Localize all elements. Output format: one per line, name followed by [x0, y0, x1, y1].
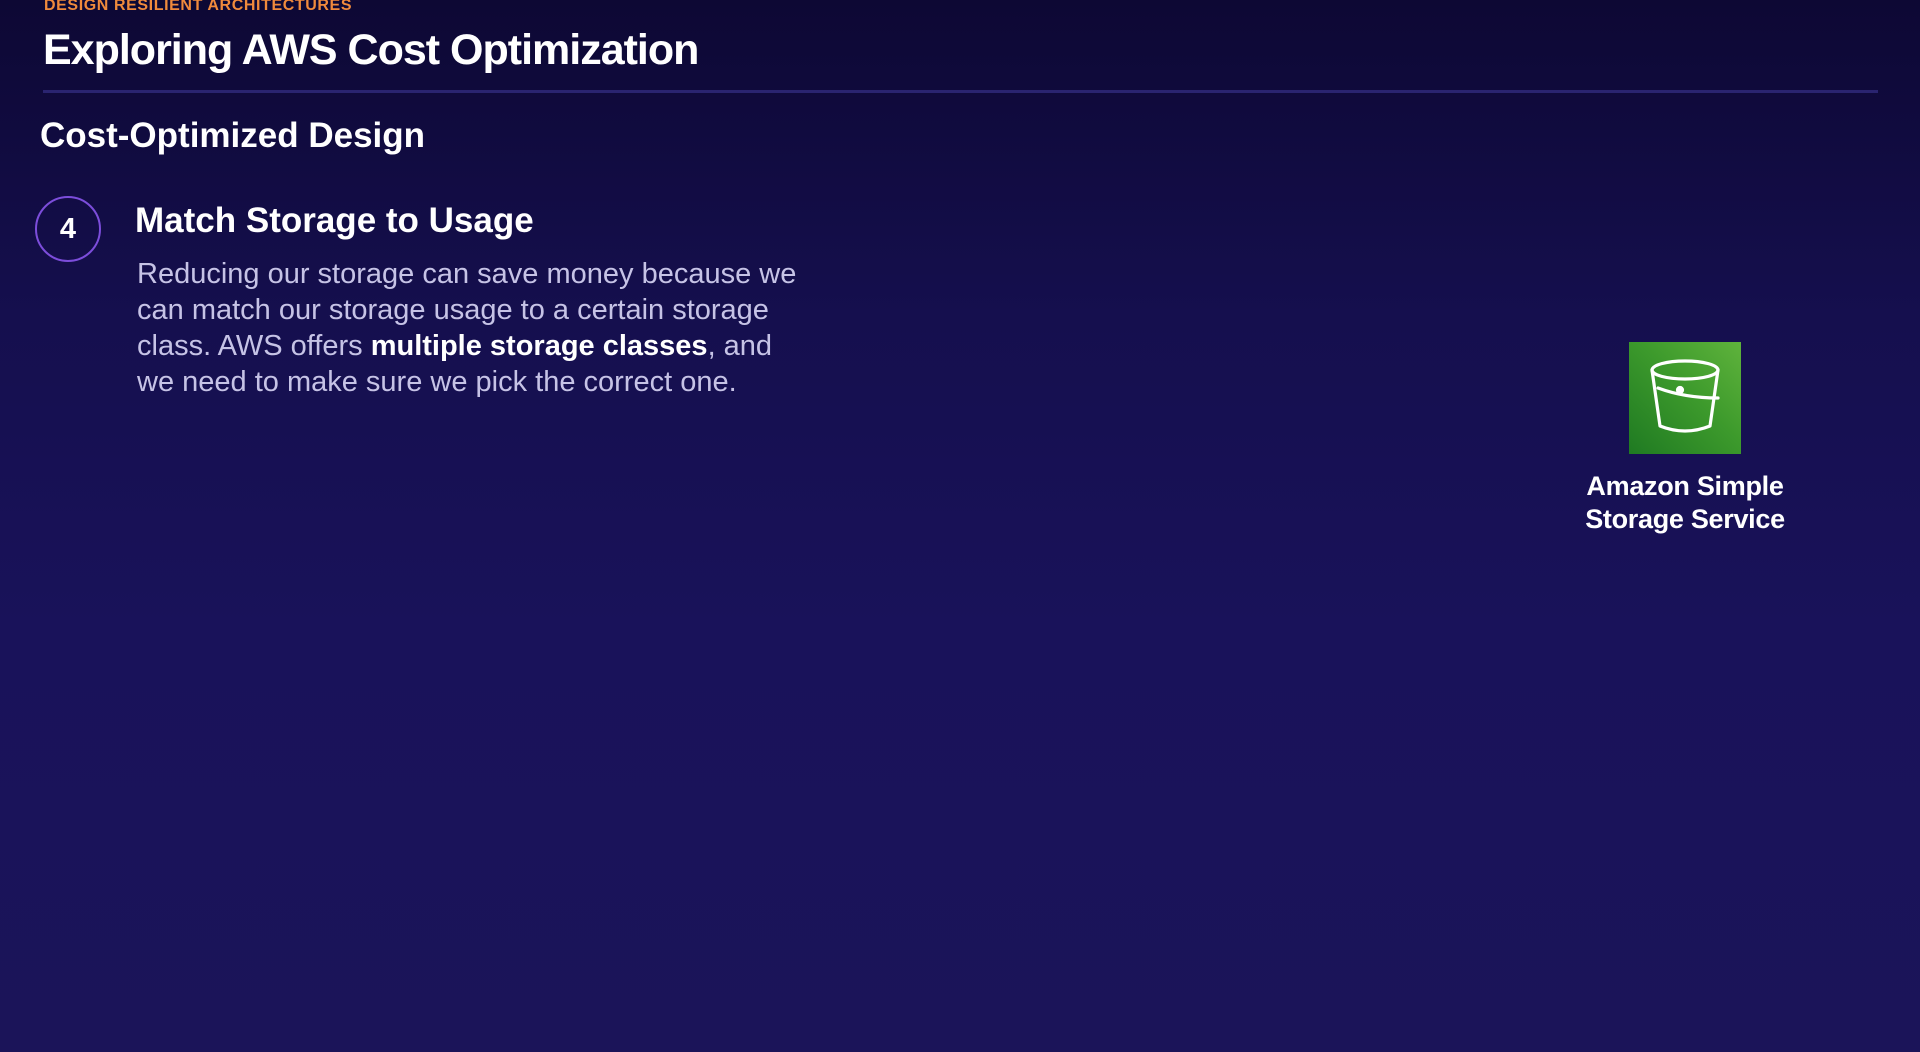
service-label-line1: Amazon Simple	[1586, 471, 1784, 501]
section-eyebrow: DESIGN RESILIENT ARCHITECTURES	[44, 0, 353, 14]
step-number-badge: 4	[35, 196, 101, 262]
s3-bucket-icon	[1648, 356, 1722, 441]
s3-service-card: Amazon Simple Storage Service	[1540, 342, 1830, 536]
step-description: Reducing our storage can save money beca…	[137, 256, 817, 400]
service-label: Amazon Simple Storage Service	[1540, 470, 1830, 536]
header-divider	[43, 90, 1878, 93]
step-description-highlight: multiple storage classes	[370, 330, 708, 362]
section-heading: Cost-Optimized Design	[40, 116, 426, 155]
s3-tile	[1629, 342, 1741, 454]
page-title: Exploring AWS Cost Optimization	[43, 26, 699, 74]
service-label-line2: Storage Service	[1585, 504, 1785, 534]
step-title: Match Storage to Usage	[135, 201, 534, 240]
step-number: 4	[59, 212, 77, 245]
